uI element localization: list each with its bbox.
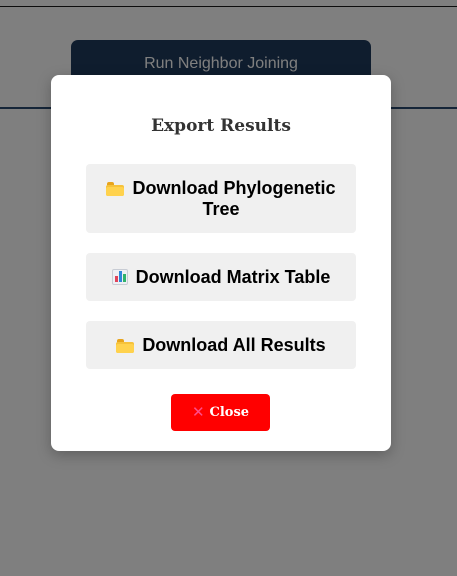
folder-icon [106, 181, 125, 196]
download-tree-label: Download Phylogenetic Tree [132, 177, 336, 219]
download-all-label: Download All Results [142, 334, 326, 355]
export-results-modal: Export Results Download Phylogenetic Tre… [51, 75, 391, 451]
download-all-results-button[interactable]: Download All Results [86, 321, 356, 369]
download-matrix-table-button[interactable]: Download Matrix Table [86, 253, 356, 301]
modal-title: Export Results [151, 116, 291, 136]
bar-chart-icon [111, 268, 128, 285]
folder-icon [116, 338, 135, 353]
download-phylogenetic-tree-button[interactable]: Download Phylogenetic Tree [86, 164, 356, 233]
download-matrix-label: Download Matrix Table [135, 266, 331, 287]
close-label: Close [209, 405, 250, 420]
close-icon: ✕ [191, 403, 205, 421]
close-button[interactable]: ✕ Close [171, 394, 270, 431]
